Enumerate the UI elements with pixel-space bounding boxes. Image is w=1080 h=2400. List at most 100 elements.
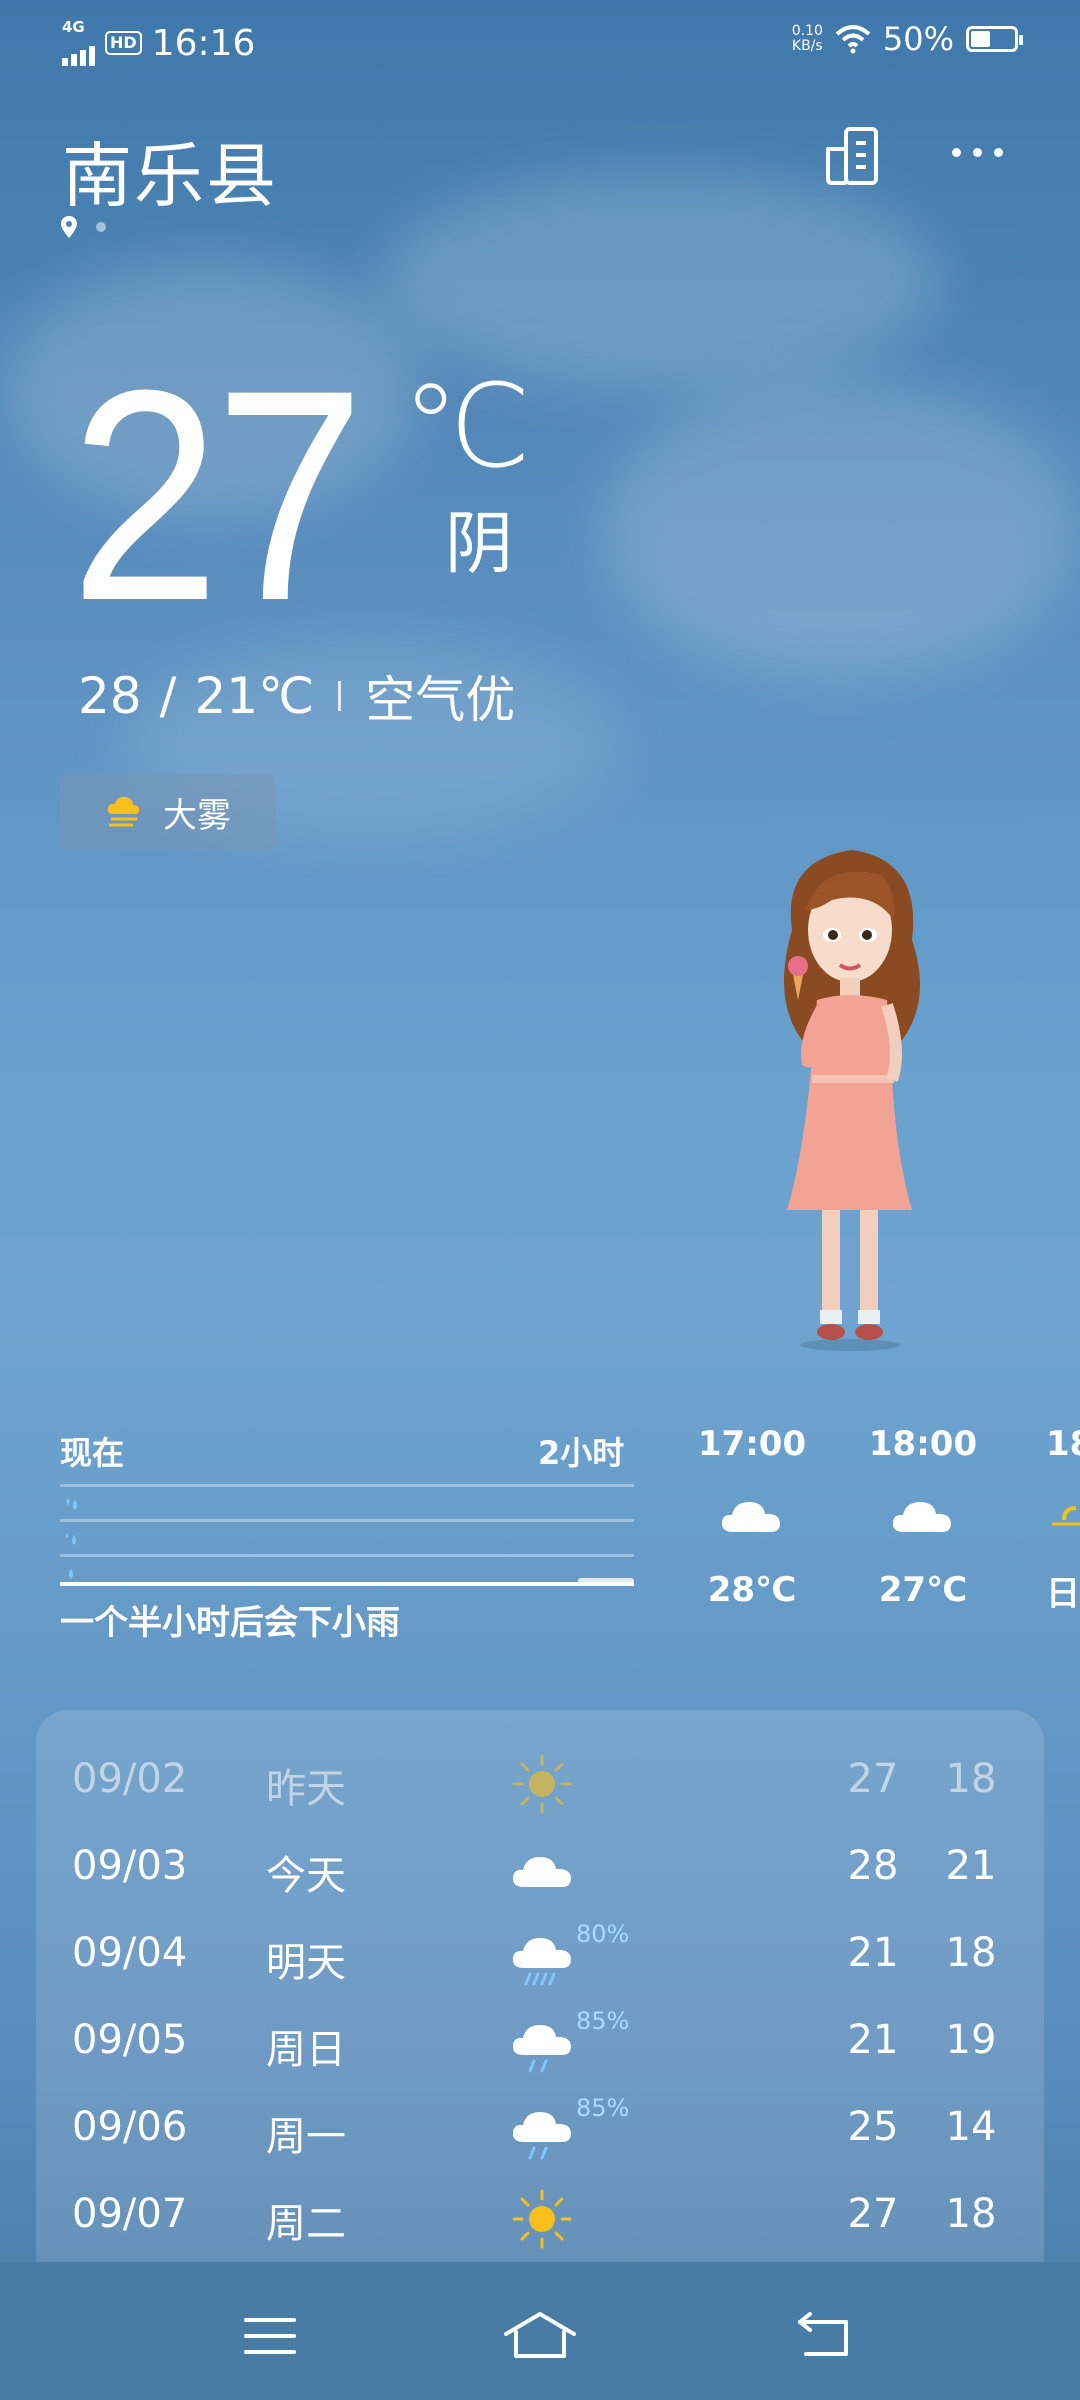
precip-summary: 一个半小时后会下小雨 xyxy=(60,1603,400,1643)
cloud-icon xyxy=(892,1502,951,1532)
battery-icon xyxy=(966,26,1023,52)
hourly-item[interactable]: 18 日 xyxy=(1046,1424,1080,1615)
menu-button[interactable] xyxy=(238,2310,302,2362)
buildings-icon xyxy=(826,127,878,185)
menu-icon xyxy=(244,2318,296,2354)
status-bar-right: 0.10 KB/s 50% xyxy=(791,20,1023,58)
day-high: 27 xyxy=(847,2191,899,2237)
day-label: 周二 xyxy=(266,2201,346,2247)
precip-grid-line xyxy=(60,1554,634,1557)
daily-row[interactable]: 09/03 今天 28 21 xyxy=(36,1823,1044,1910)
net-speed-unit: KB/s xyxy=(791,38,823,54)
hour-time: 18 xyxy=(1046,1424,1080,1464)
hour-time: 18:00 xyxy=(868,1424,978,1464)
precip-amount-bar xyxy=(578,1578,634,1584)
day-low: 21 xyxy=(945,1843,997,1889)
net-speed-value: 0.10 xyxy=(791,23,823,39)
sun-icon xyxy=(512,1754,572,1814)
precip-2h-label: 2小时 xyxy=(538,1434,625,1472)
daily-row[interactable]: 09/07 周二 27 18 xyxy=(36,2171,1044,2258)
battery-percent: 50% xyxy=(882,20,954,58)
day-low: 14 xyxy=(945,2104,997,2150)
battery-fill xyxy=(971,31,990,47)
current-temperature: 27 xyxy=(70,327,365,663)
signal-bars-icon xyxy=(62,34,95,66)
day-label: 周一 xyxy=(266,2114,346,2160)
back-button[interactable] xyxy=(792,2310,856,2362)
page-indicator xyxy=(60,215,106,239)
day-high: 28 xyxy=(847,1843,899,1889)
precip-probability: 85% xyxy=(576,2007,630,2035)
hour-temp: 27℃ xyxy=(878,1570,968,1610)
hourly-item[interactable]: 18:00 27℃ xyxy=(848,1424,998,1610)
day-low: 18 xyxy=(945,2191,997,2237)
back-icon xyxy=(798,2312,848,2356)
precip-grid-line xyxy=(60,1484,634,1487)
day-high: 25 xyxy=(847,2104,899,2150)
home-icon xyxy=(504,2312,576,2358)
background-cloud xyxy=(380,170,940,390)
hourly-item[interactable]: 17:00 28℃ xyxy=(677,1424,827,1610)
day-date: 09/03 xyxy=(72,1843,188,1889)
daily-forecast-card: 09/02 昨天 27 18 09/03 今天 28 21 09/04 明天 8… xyxy=(36,1710,1044,2350)
alert-label: 大雾 xyxy=(163,795,231,836)
daily-row[interactable]: 09/02 昨天 27 18 xyxy=(36,1736,1044,1823)
day-low: 18 xyxy=(945,1756,997,1802)
fog-icon xyxy=(107,796,140,827)
cloud-icon xyxy=(721,1502,780,1532)
air-quality[interactable]: 空气优 xyxy=(365,660,515,732)
day-date: 09/07 xyxy=(72,2191,188,2237)
day-high: 21 xyxy=(847,1930,899,1976)
rain-cloud-icon xyxy=(512,1938,571,1986)
character-illustration xyxy=(784,850,920,1351)
precip-probability: 80% xyxy=(576,1920,630,1948)
cloud-icon xyxy=(512,1857,571,1887)
temperature-range: 28 / 21℃ 空气优 xyxy=(78,660,515,732)
day-date: 09/06 xyxy=(72,2104,188,2150)
temperature-unit: ℃ xyxy=(402,360,532,494)
precip-probability: 85% xyxy=(576,2094,630,2122)
day-high: 27 xyxy=(847,1756,899,1802)
daily-row[interactable]: 09/04 明天 80% 21 18 xyxy=(36,1910,1044,1997)
status-bar-left: 4G HD 16:16 xyxy=(62,20,255,66)
day-high: 21 xyxy=(847,2017,899,2063)
page-dot xyxy=(96,222,106,232)
day-date: 09/02 xyxy=(72,1756,188,1802)
day-date: 09/05 xyxy=(72,2017,188,2063)
location-pin-icon xyxy=(61,216,77,238)
dot-icon xyxy=(973,148,982,157)
low-temp: 21℃ xyxy=(194,667,315,725)
daily-row[interactable]: 09/05 周日 85% 21 19 xyxy=(36,1997,1044,2084)
city-name[interactable]: 南乐县 xyxy=(62,120,278,221)
daily-row[interactable]: 09/06 周一 85% 25 14 xyxy=(36,2084,1044,2171)
day-label: 昨天 xyxy=(266,1766,346,1812)
hour-temp: 28℃ xyxy=(707,1570,797,1610)
day-low: 19 xyxy=(945,2017,997,2063)
hd-badge: HD xyxy=(105,31,142,55)
home-button[interactable] xyxy=(502,2310,578,2362)
dot-icon xyxy=(952,148,961,157)
light-rain-level-icon xyxy=(69,1569,73,1579)
rain-cloud-icon xyxy=(512,2025,571,2073)
wifi-icon xyxy=(835,25,871,54)
day-label: 周日 xyxy=(266,2027,346,2073)
hour-time: 17:00 xyxy=(697,1424,807,1464)
moderate-rain-level-icon xyxy=(66,1533,76,1545)
range-separator: / xyxy=(159,667,177,725)
divider xyxy=(338,681,342,711)
precip-grid-line xyxy=(60,1519,634,1522)
day-label: 明天 xyxy=(266,1940,346,1986)
status-time: 16:16 xyxy=(151,22,256,64)
more-options-button[interactable] xyxy=(952,148,1003,157)
sun-icon xyxy=(512,2189,572,2249)
heavy-rain-level-icon xyxy=(66,1498,77,1510)
background-cloud xyxy=(600,380,1080,680)
network-type: 4G xyxy=(62,18,85,36)
weather-alert-chip[interactable]: 大雾 xyxy=(60,774,276,850)
rain-cloud-icon xyxy=(512,2112,571,2160)
precip-baseline xyxy=(60,1582,634,1586)
sunset-icon xyxy=(1052,1506,1080,1526)
day-date: 09/04 xyxy=(72,1930,188,1976)
weather-condition: 阴 xyxy=(445,505,514,584)
city-manage-button[interactable] xyxy=(820,125,882,187)
